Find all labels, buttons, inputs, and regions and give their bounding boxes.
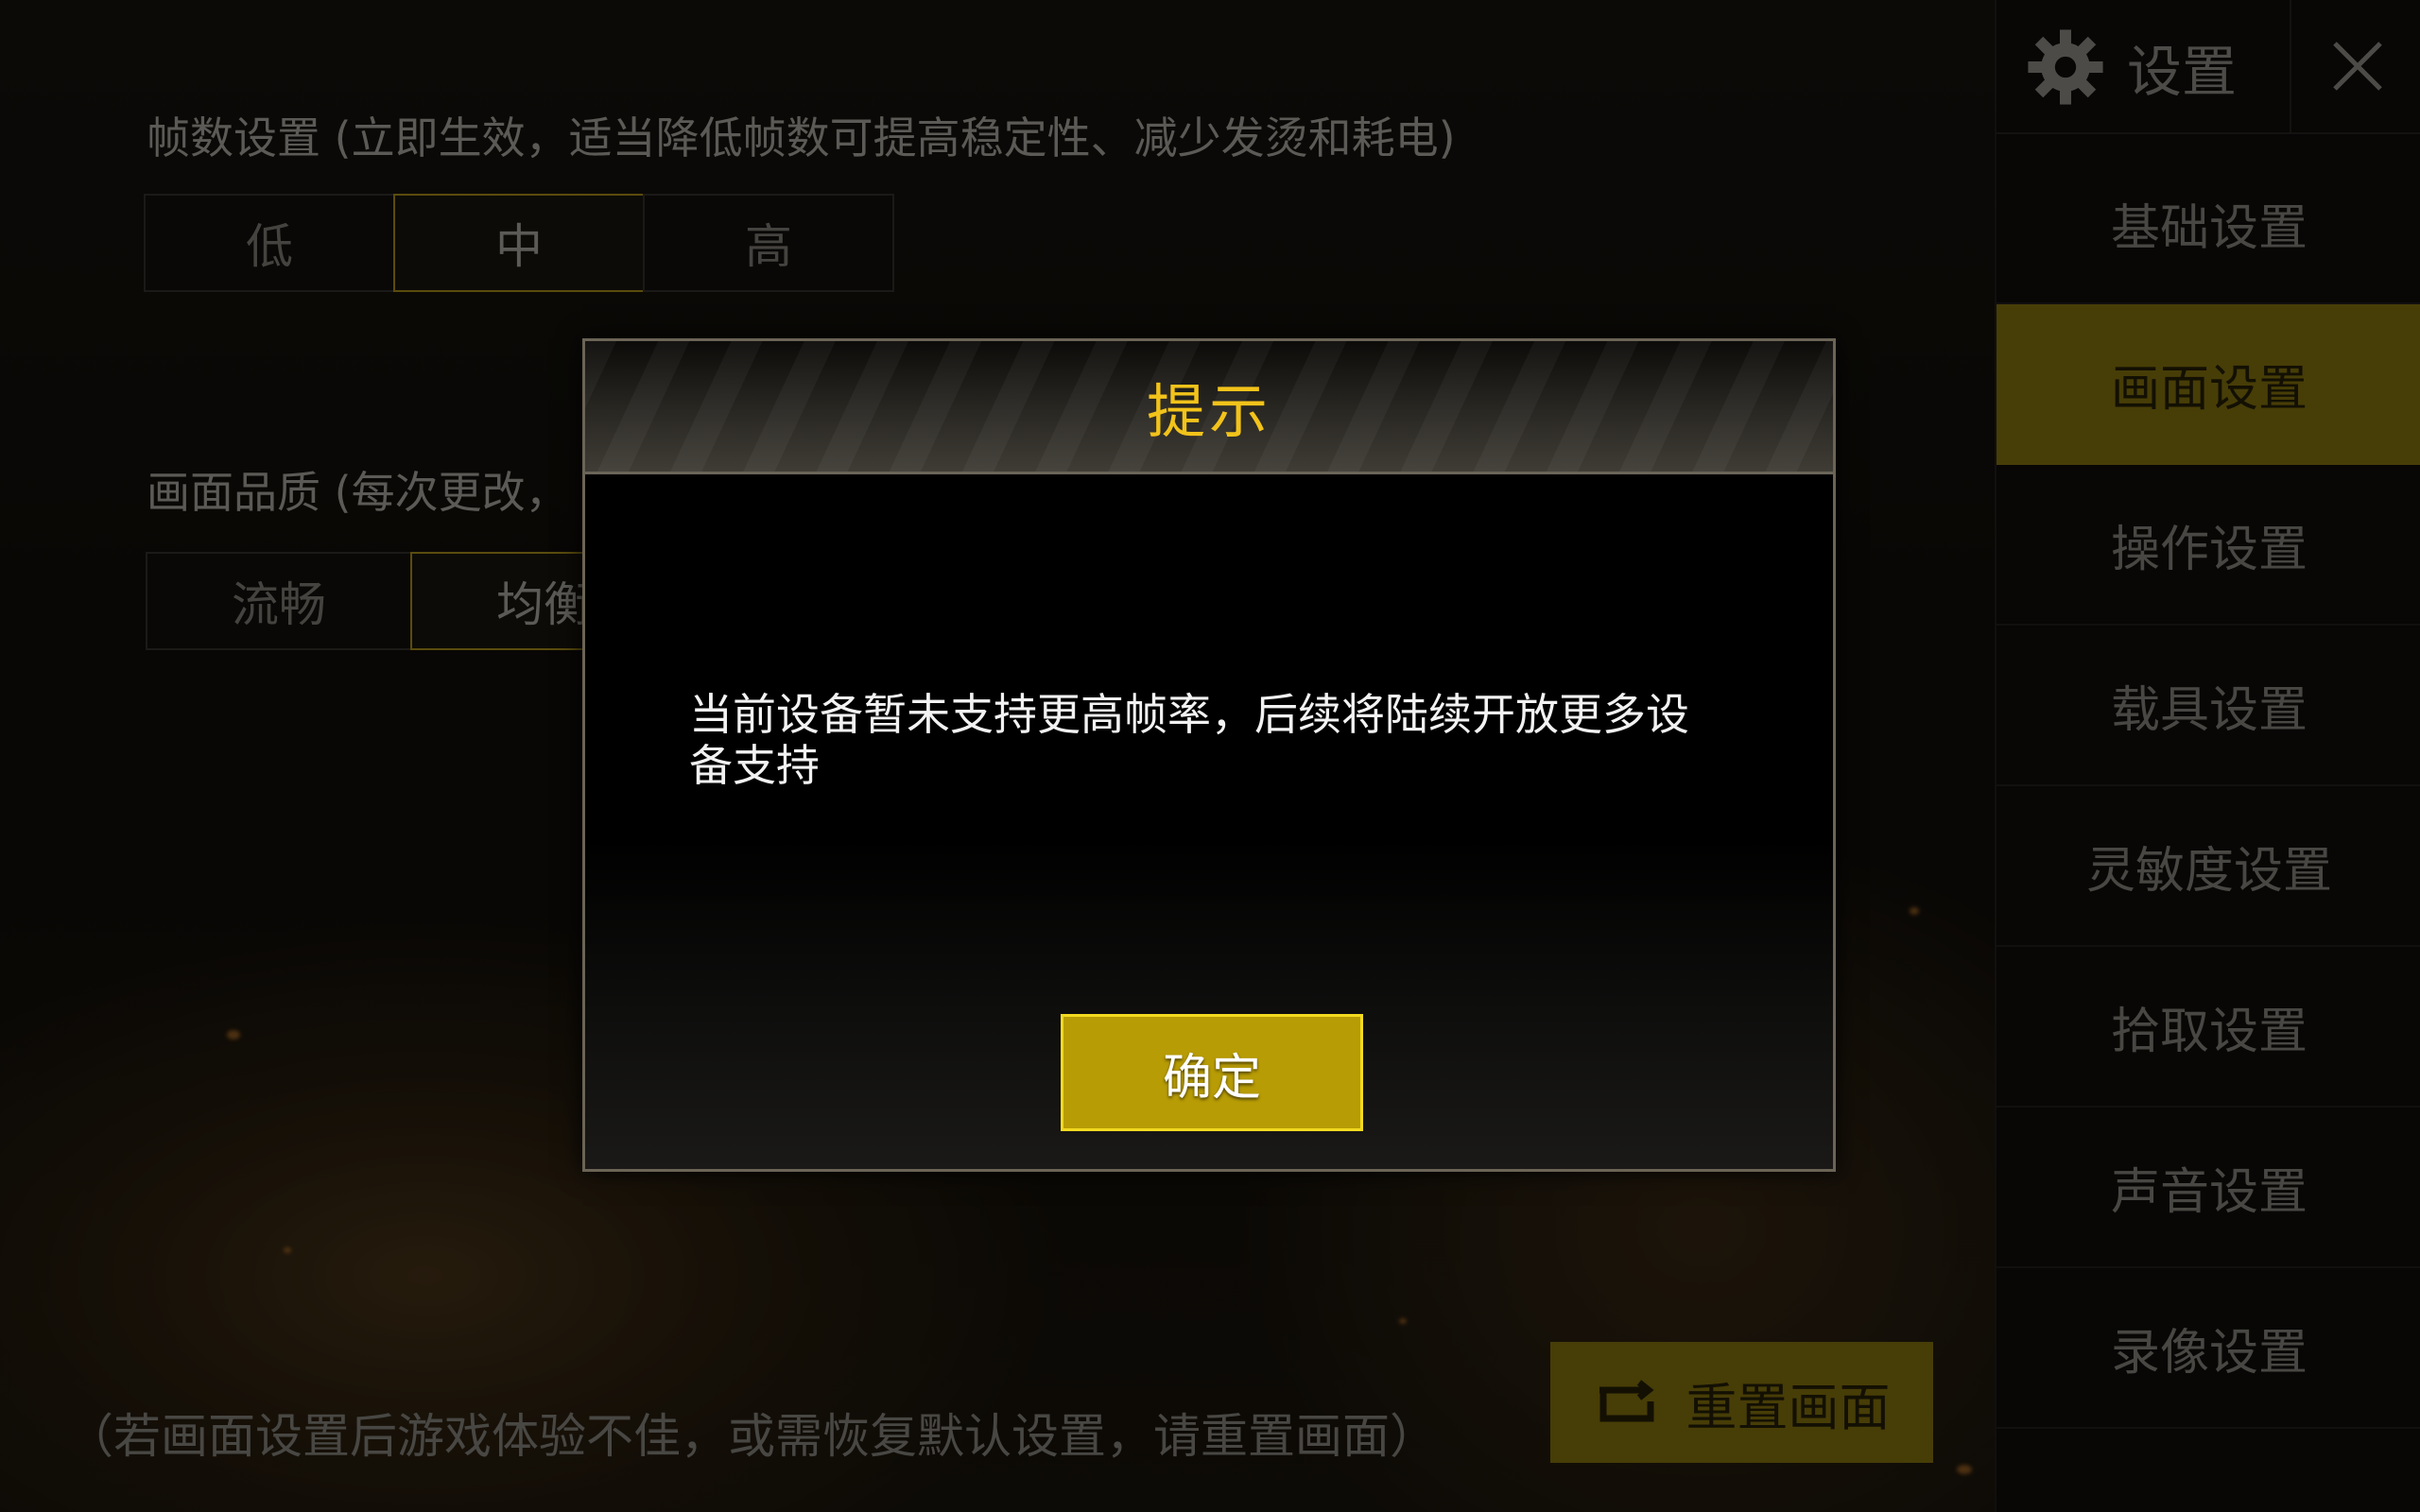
confirm-button[interactable]: 确定 xyxy=(1061,1014,1363,1131)
dialog-header: 提示 xyxy=(585,341,1833,474)
dialog-message: 当前设备暂未支持更高帧率，后续将陆续开放更多设备支持 xyxy=(689,689,1689,791)
alert-dialog: 提示 当前设备暂未支持更高帧率，后续将陆续开放更多设备支持 确定 xyxy=(582,338,1836,1172)
dialog-title: 提示 xyxy=(1146,377,1271,446)
